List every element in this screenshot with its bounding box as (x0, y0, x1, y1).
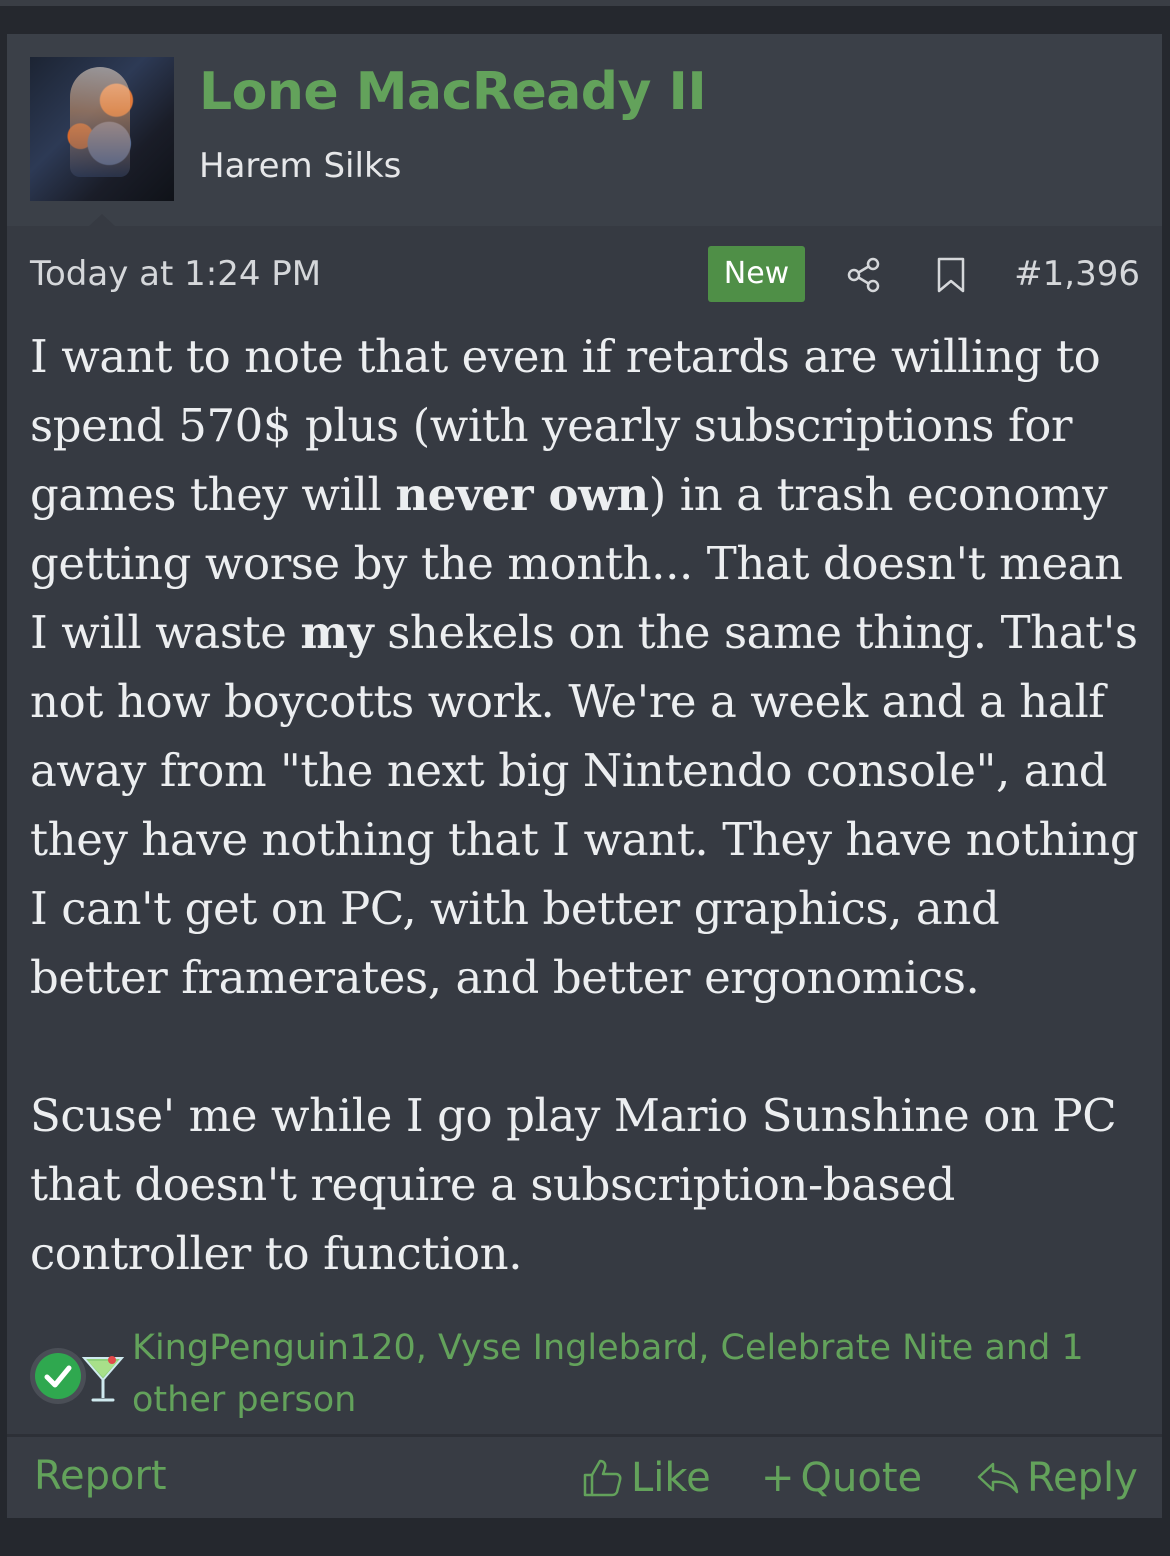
like-button[interactable]: Like (579, 1453, 711, 1503)
post-footer: Report Like + Quote Reply (7, 1434, 1162, 1518)
like-label: Like (631, 1455, 711, 1501)
reply-button[interactable]: Reply (975, 1453, 1138, 1503)
quote-button[interactable]: + Quote (761, 1453, 922, 1503)
post-paragraph: Scuse' me while I go play Mario Sunshine… (30, 1089, 1117, 1280)
post-number[interactable]: #1,396 (1014, 254, 1140, 294)
forum-post: Lone MacReady II Harem Silks Today at 1:… (7, 34, 1162, 1518)
bookmark-icon[interactable] (935, 256, 967, 294)
post-body: I want to note that even if retards are … (30, 322, 1150, 1288)
reaction-names[interactable]: KingPenguin120, Vyse Inglebard, Celebrat… (132, 1322, 1122, 1426)
quote-label: Quote (800, 1455, 923, 1501)
reply-label: Reply (1027, 1455, 1138, 1501)
post-meta: Today at 1:24 PM New #1,396 (7, 244, 1162, 304)
new-badge: New (708, 246, 805, 302)
post-paragraph: I want to note that even if retards are … (30, 322, 1150, 1012)
body-bold-text: never own (395, 468, 649, 521)
avatar[interactable] (30, 57, 174, 201)
top-divider (0, 0, 1170, 6)
reactions-bar[interactable]: KingPenguin120, Vyse Inglebard, Celebrat… (22, 1322, 1152, 1434)
user-header: Lone MacReady II Harem Silks (7, 34, 1162, 226)
reply-arrow-icon (977, 1462, 1019, 1494)
body-bold-text: my (300, 606, 374, 659)
header-pointer (89, 214, 115, 226)
post-date[interactable]: Today at 1:24 PM (30, 254, 321, 294)
report-link[interactable]: Report (34, 1453, 167, 1499)
author-name[interactable]: Lone MacReady II (199, 62, 707, 122)
cocktail-reaction-icon (81, 1356, 125, 1402)
body-text: shekels on the same thing. That's not ho… (30, 606, 1139, 1004)
thumbs-up-icon (583, 1459, 622, 1497)
share-icon[interactable] (845, 256, 883, 294)
author-title: Harem Silks (199, 146, 402, 186)
plus-icon: + (761, 1455, 795, 1501)
